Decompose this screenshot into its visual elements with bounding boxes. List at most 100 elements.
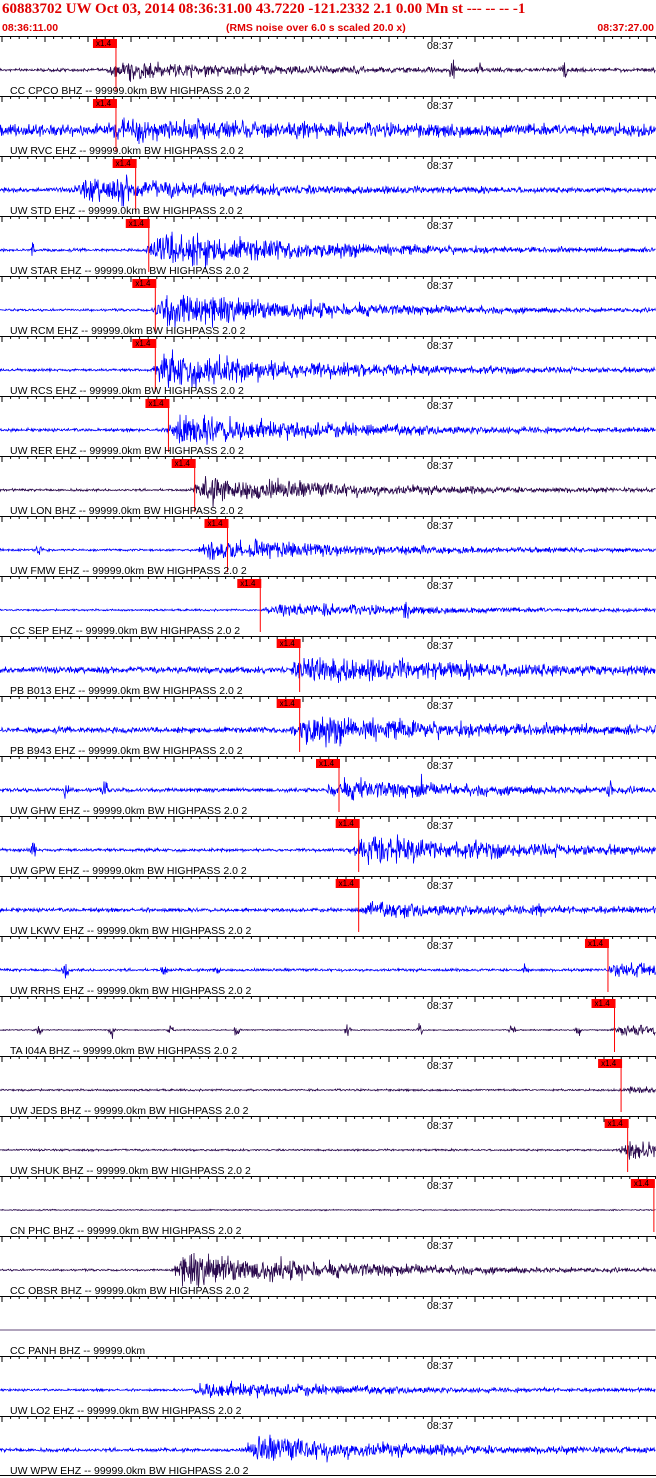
station-label: UW GPW EHZ -- 99999.0km BW HIGHPASS 2.0 … <box>10 865 247 877</box>
trace-row: 08:37 x1.4 UW RCM EHZ -- 99999.0km BW HIGH… <box>0 276 656 337</box>
trace-row: 08:37 x1.4 UW GHW EHZ -- 99999.0km BW HIGH… <box>0 756 656 817</box>
trace-row: 08:37 x1.4 UW LKWV EHZ -- 99999.0km BW HIG… <box>0 876 656 937</box>
waveform <box>0 900 656 919</box>
pick-label: x1.4 <box>96 39 112 48</box>
end-time: 08:37:27.00 <box>597 22 654 34</box>
waveform <box>0 1208 656 1212</box>
station-label: CC PANH BHZ -- 99999.0km <box>10 1345 145 1357</box>
waveform <box>0 59 656 82</box>
station-label: UW RRHS EHZ -- 99999.0km BW HIGHPASS 2.0… <box>10 985 252 997</box>
waveform <box>0 834 656 866</box>
pick-label: x1.4 <box>595 999 611 1008</box>
waveform <box>0 1141 656 1160</box>
pick-label: x1.4 <box>175 459 191 468</box>
pick-label: x1.4 <box>280 639 296 648</box>
minute-label: 08:37 <box>427 1300 453 1312</box>
trace-row: 08:37 x1.4 UW GPW EHZ -- 99999.0km BW HIGH… <box>0 816 656 877</box>
trace-row: 08:37 x1.4 CC SEP EHZ -- 99999.0km BW HIGH… <box>0 576 656 637</box>
pick-label: x1.4 <box>135 339 151 348</box>
waveform <box>0 475 656 508</box>
waveform <box>0 174 656 207</box>
trace-row: 08:37 x1.4 TA I04A BHZ -- 99999.0km BW HIG… <box>0 996 656 1057</box>
minute-label: 08:37 <box>427 100 453 112</box>
minute-label: 08:37 <box>427 640 453 652</box>
minute-label: 08:37 <box>427 700 453 712</box>
station-label: PB B943 EHZ -- 99999.0km BW HIGHPASS 2.0… <box>10 745 243 757</box>
pick-label: x1.4 <box>135 279 151 288</box>
station-label: UW RCS EHZ -- 99999.0km BW HIGHPASS 2.0 … <box>10 385 244 397</box>
minute-label: 08:37 <box>427 160 453 172</box>
trace-row: 08:37 x1.4 UW RCS EHZ -- 99999.0km BW HIGH… <box>0 336 656 397</box>
minute-label: 08:37 <box>427 880 453 892</box>
station-label: UW LO2 EHZ -- 99999.0km BW HIGHPASS 2.0 … <box>10 1405 242 1417</box>
waveform <box>0 962 656 979</box>
waveform <box>0 231 656 270</box>
waveform <box>0 1380 656 1399</box>
trace-row: 08:37 x1.4 PB B013 EHZ -- 99999.0km BW HIG… <box>0 636 656 697</box>
minute-label: 08:37 <box>427 1360 453 1372</box>
station-label: UW RER EHZ -- 99999.0km BW HIGHPASS 2.0 … <box>10 445 244 457</box>
station-label: CC CPCO BHZ -- 99999.0km BW HIGHPASS 2.0… <box>10 85 250 97</box>
pick-label: x1.4 <box>634 1179 650 1188</box>
minute-label: 08:37 <box>427 340 453 352</box>
minute-label: 08:37 <box>427 460 453 472</box>
trace-row: 08:37UW WPW EHZ -- 99999.0km BW HIGHPASS… <box>0 1416 656 1477</box>
trace-row: 08:37 x1.4 CC CPCO BHZ -- 99999.0km BW HIG… <box>0 36 656 97</box>
start-time: 08:36:11.00 <box>2 22 59 34</box>
minute-label: 08:37 <box>427 820 453 832</box>
station-label: UW FMW EHZ -- 99999.0km BW HIGHPASS 2.0 … <box>10 565 247 577</box>
waveform <box>0 1434 656 1463</box>
station-label: PB B013 EHZ -- 99999.0km BW HIGHPASS 2.0… <box>10 685 243 697</box>
trace-row: 08:37 x1.4 UW RVC EHZ -- 99999.0km BW HIGH… <box>0 96 656 157</box>
minute-label: 08:37 <box>427 1120 453 1132</box>
pick-label: x1.4 <box>339 819 355 828</box>
rms-note: (RMS noise over 6.0 s scaled 20.0 x) <box>226 22 406 34</box>
trace-row: 08:37 x1.4 UW JEDS BHZ -- 99999.0km BW HIG… <box>0 1056 656 1117</box>
pick-label: x1.4 <box>207 519 223 528</box>
minute-label: 08:37 <box>427 1240 453 1252</box>
station-label: UW RVC EHZ -- 99999.0km BW HIGHPASS 2.0 … <box>10 145 244 157</box>
pick-label: x1.4 <box>116 159 132 168</box>
trace-row: 08:37 x1.4 UW STAR EHZ -- 99999.0km BW HIG… <box>0 216 656 277</box>
pick-label: x1.4 <box>280 699 296 708</box>
trace-row: 08:37 x1.4 UW STD EHZ -- 99999.0km BW HIGH… <box>0 156 656 217</box>
minute-label: 08:37 <box>427 580 453 592</box>
trace-row: 08:37 UW LO2 EHZ -- 99999.0km BW HIGHPASS… <box>0 1356 656 1417</box>
pick-label: x1.4 <box>608 1119 624 1128</box>
waveform <box>0 414 656 445</box>
trace-row: 08:37 CC OBSR BHZ -- 99999.0km BW HIGHPAS… <box>0 1236 656 1297</box>
waveform <box>0 716 656 748</box>
station-label: CN PHC BHZ -- 99999.0km BW HIGHPASS 2.0 … <box>10 1225 242 1237</box>
pick-label: x1.4 <box>96 99 112 108</box>
waveform <box>0 773 656 801</box>
station-label: UW SHUK BHZ -- 99999.0km BW HIGHPASS 2.0… <box>10 1165 251 1177</box>
minute-label: 08:37 <box>427 1420 453 1432</box>
trace-row: 08:37 x1.4 UW RER EHZ -- 99999.0km BW HIGH… <box>0 396 656 457</box>
waveform <box>0 657 656 684</box>
station-label: UW LKWV EHZ -- 99999.0km BW HIGHPASS 2.0… <box>10 925 252 937</box>
station-label: CC SEP EHZ -- 99999.0km BW HIGHPASS 2.0 … <box>10 625 240 637</box>
waveform <box>0 1252 656 1288</box>
trace-row: 08:37 x1.4 UW SHUK BHZ -- 99999.0km BW HIG… <box>0 1116 656 1177</box>
station-label: TA I04A BHZ -- 99999.0km BW HIGHPASS 2.0… <box>10 1045 237 1057</box>
pick-label: x1.4 <box>601 1059 617 1068</box>
station-label: UW STD EHZ -- 99999.0km BW HIGHPASS 2.0 … <box>10 205 243 217</box>
minute-label: 08:37 <box>427 520 453 532</box>
minute-label: 08:37 <box>427 400 453 412</box>
station-label: UW JEDS BHZ -- 99999.0km BW HIGHPASS 2.0… <box>10 1105 249 1117</box>
minute-label: 08:37 <box>427 1060 453 1072</box>
pick-label: x1.4 <box>339 879 355 888</box>
pick-label: x1.4 <box>319 759 335 768</box>
trace-row: 08:37 x1.4 PB B943 EHZ -- 99999.0km BW HIG… <box>0 696 656 757</box>
trace-row: 08:37 x1.4 CN PHC BHZ -- 99999.0km BW HIGH… <box>0 1176 656 1237</box>
waveform <box>0 601 656 619</box>
trace-row: 08:37 x1.4 UW LON BHZ -- 99999.0km BW HIGH… <box>0 456 656 517</box>
minute-label: 08:37 <box>427 760 453 772</box>
waveform <box>0 117 656 145</box>
waveform <box>0 538 656 560</box>
minute-label: 08:37 <box>427 940 453 952</box>
station-label: UW STAR EHZ -- 99999.0km BW HIGHPASS 2.0… <box>10 265 249 277</box>
waveform <box>0 349 656 389</box>
trace-row: 08:37 x1.4 UW FMW EHZ -- 99999.0km BW HIGH… <box>0 516 656 577</box>
minute-label: 08:37 <box>427 1000 453 1012</box>
